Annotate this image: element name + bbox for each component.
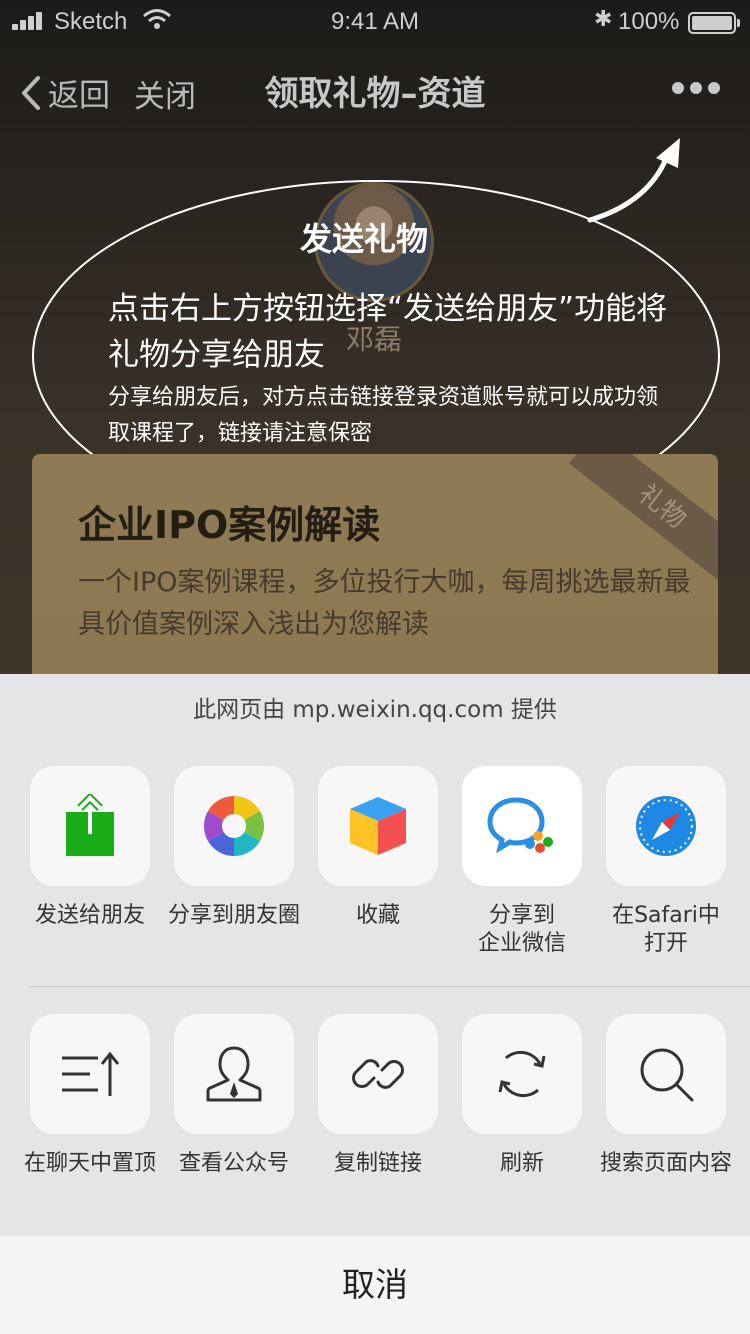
gift-card: 礼物 企业IPO案例解读 一个IPO案例课程，多位投行大咖，每周挑选最新最具价值…	[32, 454, 718, 694]
tile-label: 分享到 企业微信	[477, 903, 566, 956]
guide-title: 发送礼物	[300, 220, 429, 258]
tile-label: 复制链接	[333, 1151, 422, 1176]
favorite-cube-icon	[350, 797, 406, 855]
guide-note: 分享给朋友后，对方点击链接登录资道账号就可以成功领取课程了，链接请注意保密	[108, 385, 659, 446]
open-in-safari-button[interactable]: 在Safari中 打开	[594, 766, 738, 958]
tile-label: 查看公众号	[178, 1151, 289, 1176]
battery-icon	[688, 12, 740, 34]
refresh-icon	[498, 1050, 546, 1098]
refresh-button[interactable]: 刷新	[450, 1014, 594, 1178]
tile-label: 在Safari中 打开	[612, 903, 720, 956]
share-action-sheet: 此网页由 mp.weixin.qq.com 提供 发送给朋友 分享到朋友圈 收藏…	[0, 674, 750, 1334]
divider	[30, 986, 750, 987]
send-to-friend-icon	[66, 794, 114, 856]
page-title: 领取礼物–资道	[264, 74, 486, 114]
bluetooth-icon: ✱	[594, 7, 613, 32]
safari-icon	[636, 796, 696, 856]
official-account-icon	[206, 1046, 262, 1102]
guide-instruction: 点击右上方按钮选择“发送给朋友”功能将礼物分享给朋友	[108, 291, 668, 373]
link-icon	[352, 1059, 404, 1089]
view-official-account-button[interactable]: 查看公众号	[162, 1014, 306, 1178]
tile-label: 收藏	[355, 903, 400, 928]
favorite-button[interactable]: 收藏	[306, 766, 450, 930]
status-bar: Sketch 9:41 AM ✱ 100%	[0, 0, 750, 44]
tile-label: 在聊天中置顶	[23, 1151, 156, 1176]
gift-title: 企业IPO案例解读	[78, 503, 381, 547]
send-to-friend-button[interactable]: 发送给朋友	[18, 766, 162, 930]
battery-percent: 100%	[618, 8, 680, 35]
gift-description: 一个IPO案例课程，多位投行大咖，每周挑选最新最具价值案例深入浅出为您解读	[78, 567, 691, 640]
pin-to-top-icon	[62, 1051, 120, 1096]
more-options-icon[interactable]	[672, 82, 720, 96]
share-moments-button[interactable]: 分享到朋友圈	[162, 766, 306, 930]
tile-label: 搜索页面内容	[599, 1151, 732, 1176]
sheet-source-text: 此网页由 mp.weixin.qq.com 提供	[193, 697, 557, 723]
navigation-bar: 返回 关闭 领取礼物–资道	[0, 44, 750, 132]
cancel-button[interactable]: 取消	[0, 1236, 750, 1334]
copy-link-button[interactable]: 复制链接	[306, 1014, 450, 1178]
tile-label: 发送给朋友	[34, 903, 145, 928]
pin-chat-button[interactable]: 在聊天中置顶	[18, 1014, 162, 1178]
search-icon	[640, 1048, 694, 1102]
wework-icon	[487, 797, 553, 854]
moments-icon	[203, 796, 265, 856]
tile-label: 刷新	[499, 1151, 544, 1176]
search-page-button[interactable]: 搜索页面内容	[594, 1014, 738, 1178]
share-wework-button[interactable]: 分享到 企业微信	[450, 766, 594, 958]
tile-label: 分享到朋友圈	[167, 903, 300, 928]
